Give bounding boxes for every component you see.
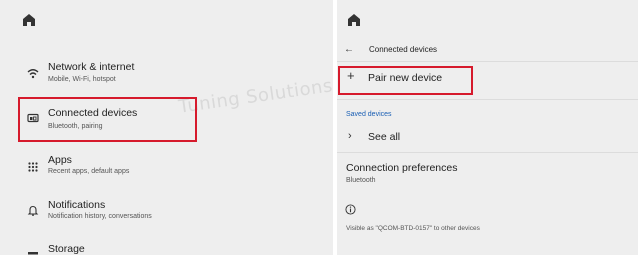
home-icon[interactable] <box>347 13 361 27</box>
settings-item-storage[interactable]: Storage <box>0 242 333 255</box>
highlight-box <box>18 97 197 142</box>
home-icon[interactable] <box>22 13 36 27</box>
back-arrow-icon[interactable]: ← <box>344 44 354 56</box>
connection-preferences-subtitle: Bluetooth <box>346 177 376 184</box>
chevron-right-icon: › <box>348 130 352 142</box>
see-all-item[interactable]: › See all <box>337 126 638 146</box>
settings-item-apps[interactable]: Apps Recent apps, default apps <box>0 153 333 183</box>
divider <box>337 152 638 153</box>
connection-preferences-title: Connection preferences <box>346 162 458 174</box>
saved-devices-heading: Saved devices <box>346 111 392 118</box>
connected-devices-panel: ← Connected devices + Pair new device Sa… <box>337 0 638 255</box>
settings-item-title: Notifications <box>48 199 106 211</box>
settings-item-network[interactable]: Network & internet Mobile, Wi-Fi, hotspo… <box>0 58 333 88</box>
settings-item-subtitle: Mobile, Wi-Fi, hotspot <box>48 76 116 83</box>
storage-icon <box>26 246 40 255</box>
divider <box>337 99 638 100</box>
info-icon <box>345 202 356 215</box>
settings-main-panel: Tuning Solutions Network & internet Mobi… <box>0 0 333 255</box>
settings-item-title: Apps <box>48 154 72 166</box>
see-all-label: See all <box>368 131 401 143</box>
wifi-icon <box>26 67 40 81</box>
page-title: Connected devices <box>369 45 438 54</box>
settings-item-subtitle: Notification history, conversations <box>48 213 152 220</box>
visible-as-text: Visible as "QCOM-BTD-0157" to other devi… <box>346 225 480 232</box>
settings-item-title: Network & internet <box>48 61 135 73</box>
divider <box>337 61 638 62</box>
highlight-box <box>338 66 473 95</box>
apps-grid-icon <box>26 160 40 174</box>
bell-icon <box>26 204 40 218</box>
settings-item-subtitle: Recent apps, default apps <box>48 168 130 175</box>
settings-item-notifications[interactable]: Notifications Notification history, conv… <box>0 197 333 227</box>
settings-item-title: Storage <box>48 243 85 255</box>
connection-preferences-item[interactable]: Connection preferences Bluetooth <box>337 158 638 188</box>
